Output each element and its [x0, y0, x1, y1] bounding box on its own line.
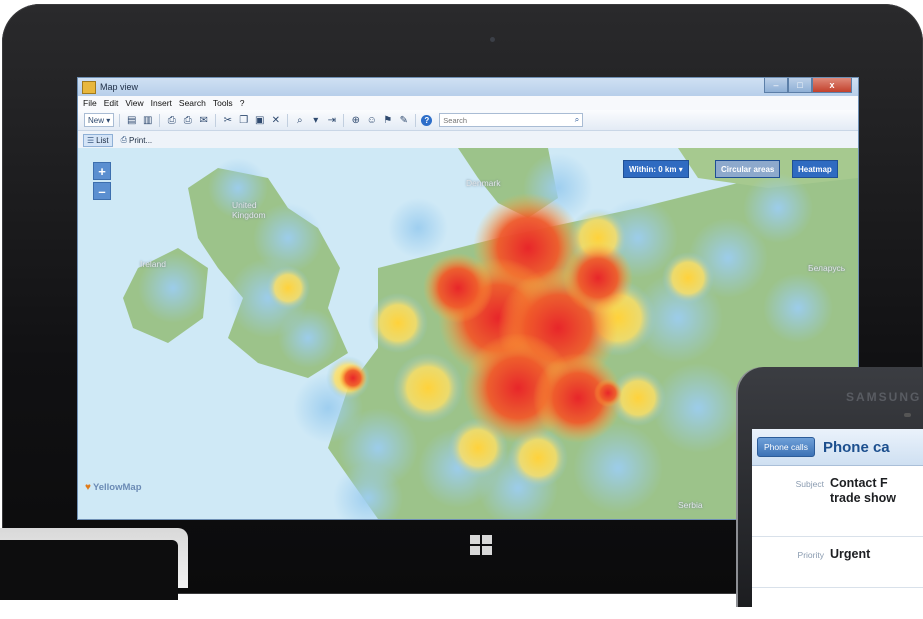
- menu-bar: File Edit View Insert Search Tools ?: [78, 96, 858, 110]
- list-icon: ☰: [87, 135, 95, 145]
- save-icon[interactable]: ▤: [125, 113, 138, 127]
- map-label-belarus: Беларусь: [808, 263, 846, 273]
- minimize-button[interactable]: –: [764, 78, 788, 93]
- circular-areas-button[interactable]: Circular areas: [715, 160, 781, 178]
- toolbar-separator: [287, 113, 289, 127]
- search-box[interactable]: ⌕: [439, 113, 584, 127]
- new-button[interactable]: New ▾: [84, 113, 115, 127]
- map-label-uk: United Kingdom: [232, 200, 266, 220]
- priority-label: Priority: [797, 550, 824, 560]
- app-icon: [82, 80, 96, 94]
- laptop-device: [0, 528, 188, 600]
- tablet-camera: [490, 37, 495, 42]
- phone-speaker: [904, 413, 911, 417]
- priority-row[interactable]: Priority Urgent: [752, 537, 923, 588]
- toolbar-separator: [159, 113, 161, 127]
- menu-search[interactable]: Search: [179, 98, 206, 108]
- search-input[interactable]: [443, 115, 554, 125]
- menu-view[interactable]: View: [125, 98, 143, 108]
- yellowmap-logo: ♥ YellowMap: [85, 482, 142, 493]
- priority-value: Urgent: [830, 547, 871, 561]
- map-pin-icon: ♥: [85, 482, 91, 493]
- toolbar-separator: [415, 113, 417, 127]
- disk-icon[interactable]: ▥: [141, 113, 154, 127]
- toolbar-separator: [215, 113, 217, 127]
- window-controls: – □ x: [764, 78, 852, 93]
- zoom-out-button[interactable]: –: [93, 182, 111, 200]
- phone-screen: Phone calls Phone ca Subject Contact F t…: [752, 429, 923, 619]
- help-icon[interactable]: ?: [421, 114, 433, 126]
- list-button[interactable]: ☰ List: [83, 133, 113, 147]
- map-label-serbia: Serbia: [678, 500, 703, 510]
- find-icon[interactable]: ⌕: [293, 113, 306, 127]
- subject-value: Contact F trade show: [830, 476, 896, 505]
- phone-header: Phone calls Phone ca: [752, 429, 923, 466]
- print-label: Print...: [129, 135, 153, 145]
- flag-icon[interactable]: ⚑: [381, 113, 394, 127]
- maximize-button[interactable]: □: [788, 78, 812, 93]
- main-toolbar: New ▾ ▤ ▥ ⎙ ⎙ ✉ ✂ ❐ ▣ ✕ ⌕ ▾ ⇥ ⊕ ☺ ⚑ ✎ ? …: [78, 110, 858, 131]
- heatmap-button[interactable]: Heatmap: [792, 160, 838, 178]
- tools-icon[interactable]: ✎: [397, 113, 410, 127]
- find-dropdown-icon[interactable]: ▾: [309, 113, 322, 127]
- menu-file[interactable]: File: [83, 98, 97, 108]
- print-preview-icon[interactable]: ⎙: [165, 113, 178, 127]
- copy-icon[interactable]: ❐: [237, 113, 250, 127]
- users-icon[interactable]: ☺: [365, 113, 378, 127]
- map-label-denmark: Denmark: [466, 178, 501, 188]
- list-label: List: [96, 135, 109, 145]
- paste-icon[interactable]: ▣: [253, 113, 266, 127]
- phone-calls-back-button[interactable]: Phone calls: [757, 437, 815, 457]
- menu-help[interactable]: ?: [240, 98, 245, 108]
- locate-icon[interactable]: ⊕: [349, 113, 362, 127]
- print-icon[interactable]: ⎙: [181, 113, 194, 127]
- new-label: New: [88, 115, 105, 125]
- menu-edit[interactable]: Edit: [104, 98, 119, 108]
- within-dropdown[interactable]: Within: 0 km ▾: [623, 160, 689, 178]
- close-button[interactable]: x: [812, 78, 852, 93]
- zoom-control: + –: [93, 162, 111, 202]
- windows-logo-button[interactable]: [470, 535, 492, 555]
- toolbar-separator: [343, 113, 345, 127]
- export-icon[interactable]: ⇥: [325, 113, 338, 127]
- printer-icon: ⎙: [120, 135, 128, 144]
- menu-tools[interactable]: Tools: [213, 98, 233, 108]
- subject-label: Subject: [795, 479, 824, 489]
- window-title: Map view: [100, 82, 139, 92]
- title-bar[interactable]: Map view – □ x: [78, 78, 858, 96]
- email-icon[interactable]: ✉: [197, 113, 210, 127]
- phone-page-title: Phone ca: [822, 438, 890, 456]
- logo-text: YellowMap: [92, 482, 142, 493]
- laptop-bezel: [0, 540, 178, 600]
- toolbar-separator: [119, 113, 121, 127]
- print-button[interactable]: ⎙ Print...: [118, 134, 156, 146]
- phone-device: SAMSUNG Phone calls Phone ca Subject Con…: [738, 367, 923, 619]
- phone-brand: SAMSUNG: [846, 390, 922, 404]
- cut-icon[interactable]: ✂: [221, 113, 234, 127]
- search-icon[interactable]: ⌕: [575, 115, 579, 125]
- subject-row[interactable]: Subject Contact F trade show: [752, 466, 923, 537]
- zoom-in-button[interactable]: +: [93, 162, 111, 180]
- map-label-ireland: Ireland: [140, 259, 166, 269]
- menu-insert[interactable]: Insert: [151, 98, 172, 108]
- within-label: Within: 0 km: [629, 164, 677, 174]
- delete-icon[interactable]: ✕: [269, 113, 282, 127]
